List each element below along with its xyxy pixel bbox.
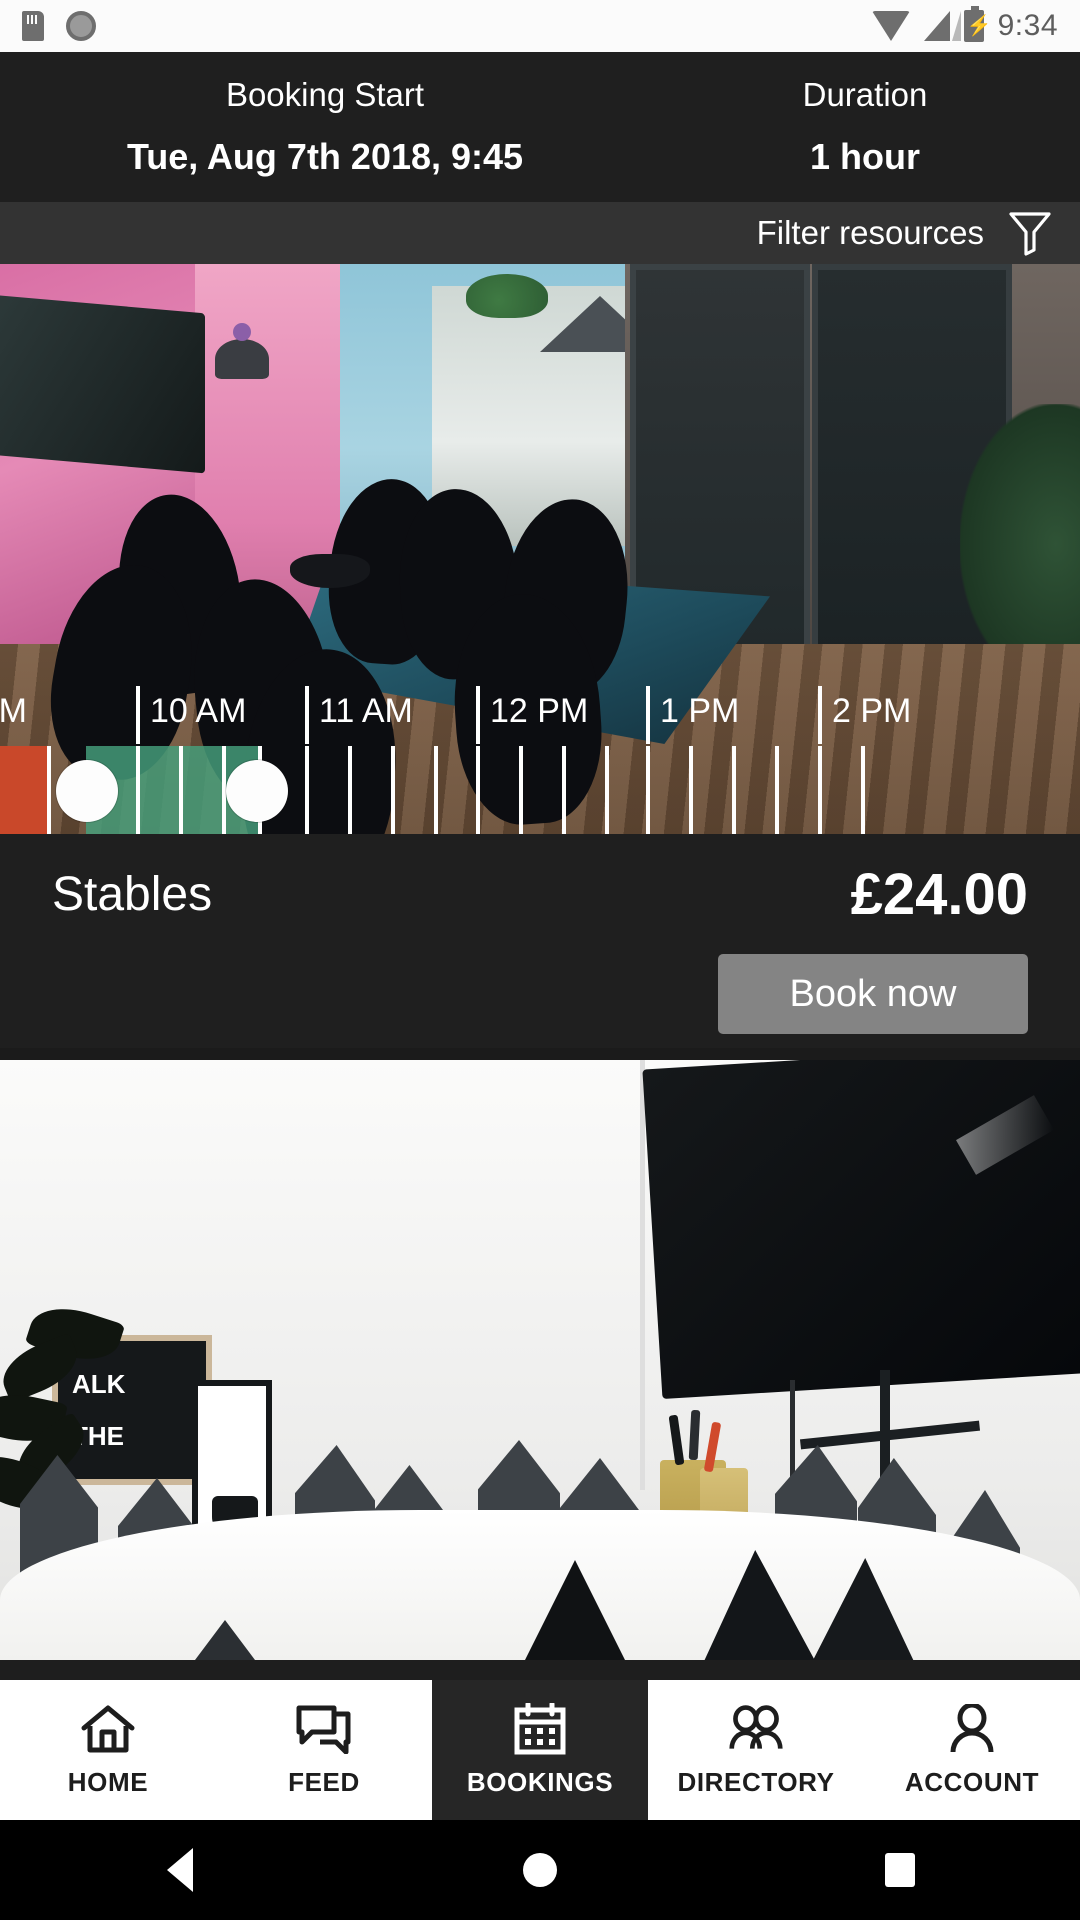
cell-signal-icon <box>923 11 961 41</box>
chat-icon <box>296 1703 352 1755</box>
book-now-row: Book now <box>0 954 1080 1034</box>
person-icon <box>944 1703 1000 1755</box>
timeline-hour-label: 10 AM <box>150 692 247 730</box>
booking-duration-value: 1 hour <box>809 136 920 177</box>
status-bar: ⚡ 9:34 <box>0 0 1080 52</box>
card-divider <box>0 1048 1080 1060</box>
timeline-hour-label: AM <box>0 692 27 730</box>
home-icon <box>80 1703 136 1755</box>
status-bar-clock: 9:34 <box>997 9 1058 42</box>
booking-duration-column[interactable]: Duration 1 hour <box>650 76 1080 178</box>
booking-duration-label: Duration <box>802 76 928 113</box>
nav-item-feed[interactable]: FEED <box>216 1680 432 1820</box>
resource-name: Stables <box>52 867 213 921</box>
nav-item-bookings[interactable]: BOOKINGS <box>432 1680 648 1820</box>
people-icon <box>728 1703 784 1755</box>
nav-item-home[interactable]: HOME <box>0 1680 216 1820</box>
timeline-track[interactable] <box>0 746 1080 834</box>
nav-item-directory[interactable]: DIRECTORY <box>648 1680 864 1820</box>
funnel-icon[interactable] <box>1008 210 1052 256</box>
timeline-start-handle[interactable] <box>56 760 118 822</box>
booking-start-value: Tue, Aug 7th 2018, 9:45 <box>126 136 524 177</box>
timeline-end-handle[interactable] <box>226 760 288 822</box>
calendar-icon <box>512 1702 568 1755</box>
timeline-hour-labels: AM 10 AM 11 AM 12 PM 1 PM 2 PM <box>0 684 1080 746</box>
resource-card-stables: Stables £24.00 Book now <box>0 834 1080 1048</box>
booking-header: Booking Start Tue, Aug 7th 2018, 9:45 Du… <box>0 52 1080 202</box>
android-recents-button[interactable] <box>720 1853 1080 1887</box>
booking-start-label: Booking Start <box>225 76 425 113</box>
nav-label-home: HOME <box>67 1766 149 1797</box>
status-bar-right-icons: ⚡ 9:34 <box>871 6 1058 43</box>
booking-start-column[interactable]: Booking Start Tue, Aug 7th 2018, 9:45 <box>0 76 650 178</box>
timeline-booked-block <box>0 746 47 834</box>
resource-price: £24.00 <box>850 861 1028 927</box>
resource-summary-row: Stables £24.00 <box>0 834 1080 954</box>
nav-label-account: ACCOUNT <box>904 1766 1040 1797</box>
android-back-button[interactable] <box>0 1848 360 1892</box>
nav-label-directory: DIRECTORY <box>677 1766 835 1797</box>
wifi-icon <box>871 11 910 41</box>
filter-resources-label: Filter resources <box>756 214 984 251</box>
nav-item-account[interactable]: ACCOUNT <box>864 1680 1080 1820</box>
timeline-hour-label: 1 PM <box>660 692 740 730</box>
screen-record-icon <box>66 11 96 41</box>
timeline-hour-label: 12 PM <box>490 692 589 730</box>
timeline-hour-label: 11 AM <box>319 692 413 730</box>
status-bar-left-icons <box>22 11 96 41</box>
book-now-button[interactable]: Book now <box>718 954 1028 1034</box>
filter-resources-bar[interactable]: Filter resources <box>0 202 1080 264</box>
battery-charging-icon: ⚡ <box>963 6 992 42</box>
nav-label-bookings: BOOKINGS <box>466 1766 614 1797</box>
app-screen: ⚡ 9:34 Booking Start Tue, Aug 7th 2018, … <box>0 0 1080 1920</box>
resource-photo-next[interactable]: ALK THE <box>0 1060 1080 1660</box>
sd-card-icon <box>22 11 44 41</box>
bottom-navigation: HOME FEED BOOKINGS DIRECTORY ACCOUNT <box>0 1680 1080 1820</box>
timeline-hour-label: 2 PM <box>832 692 912 730</box>
nav-label-feed: FEED <box>288 1766 360 1797</box>
android-system-nav <box>0 1820 1080 1920</box>
booking-timeline[interactable]: AM 10 AM 11 AM 12 PM 1 PM 2 PM <box>0 684 1080 834</box>
android-home-button[interactable] <box>360 1853 720 1887</box>
